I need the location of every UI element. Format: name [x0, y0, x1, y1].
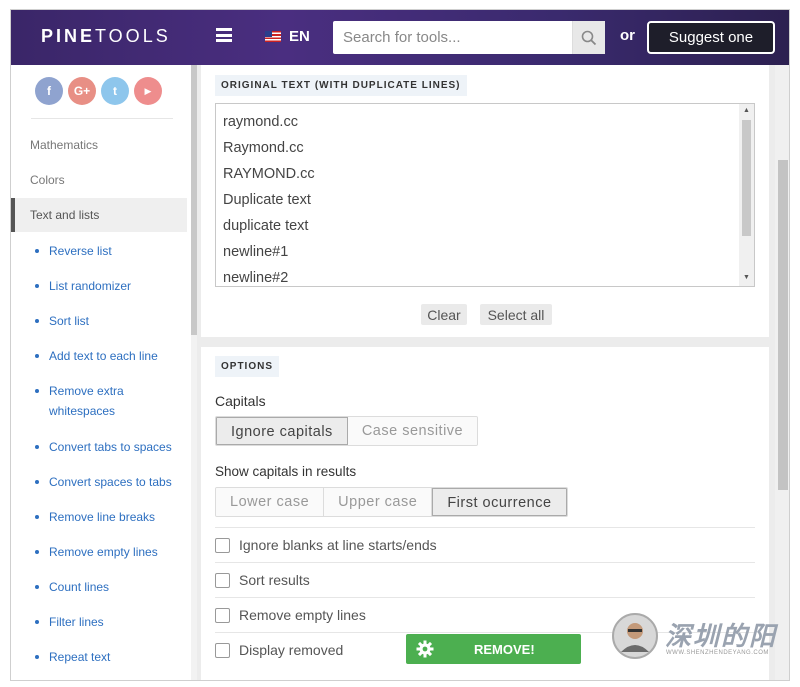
divider [31, 118, 173, 119]
show-capitals-toggle: Lower case Upper case First ocurrence [215, 487, 568, 517]
sidebar-item-label: List randomizer [49, 279, 132, 293]
show-capitals-title: Show capitals in results [215, 464, 357, 479]
browser-window: PINETOOLS EN or Suggest one f G+ t ▶ [10, 9, 790, 681]
sidebar: f G+ t ▶ Mathematics Colors Text and lis… [11, 65, 197, 680]
sidebar-item-label: Repeat text [49, 650, 111, 664]
original-text-label: ORIGINAL TEXT (WITH DUPLICATE LINES) [215, 75, 467, 96]
checkbox[interactable] [215, 572, 230, 588]
sidebar-item-add-text[interactable]: Add text to each line [35, 346, 180, 366]
text-line: newline#2 [223, 270, 289, 286]
main-scrollbar-thumb[interactable] [778, 160, 788, 490]
sidebar-item-label: Sort list [49, 314, 90, 328]
select-all-button[interactable]: Select all [480, 304, 552, 325]
textarea-scrollbar-thumb[interactable] [742, 120, 751, 236]
upper-case-option[interactable]: Upper case [324, 488, 433, 516]
capitals-toggle: Ignore capitals Case sensitive [215, 416, 479, 446]
remove-button[interactable]: REMOVE! [406, 634, 581, 664]
watermark-text: 深圳的阳 [665, 621, 778, 651]
watermark: 深圳的阳 WWW.SHENZHENDEYANG.COM [611, 610, 781, 662]
checkbox[interactable] [215, 537, 230, 553]
pinetools-logo[interactable]: PINETOOLS [41, 26, 171, 47]
ignore-capitals-option[interactable]: Ignore capitals [216, 417, 348, 445]
sidebar-item-label: Reverse list [49, 244, 112, 258]
sidebar-item-label: Convert spaces to tabs [49, 475, 172, 489]
checkbox-label: Sort results [239, 572, 310, 588]
clear-button[interactable]: Clear [421, 304, 467, 325]
option-sort-results[interactable]: Sort results [215, 562, 755, 597]
case-sensitive-option[interactable]: Case sensitive [347, 417, 478, 445]
sidebar-scrollbar-thumb[interactable] [191, 65, 197, 335]
sidebar-item-sort-list[interactable]: Sort list [35, 311, 180, 331]
language-selector[interactable]: EN [265, 28, 310, 45]
sidebar-item-label: Add text to each line [49, 349, 158, 363]
sidebar-item-label: Remove extra whitespaces [49, 384, 124, 418]
watermark-avatar-icon [612, 613, 658, 659]
youtube-icon[interactable]: ▶ [134, 77, 162, 105]
checkbox[interactable] [215, 642, 230, 658]
or-label: or [620, 27, 635, 44]
sidebar-item-label: Remove line breaks [49, 510, 156, 524]
language-label: EN [289, 28, 310, 45]
text-line: newline#1 [223, 244, 289, 260]
sidebar-item-list-randomizer[interactable]: List randomizer [35, 276, 180, 296]
logo-thin-text: TOOLS [95, 26, 171, 46]
sidebar-item-convert-spaces[interactable]: Convert spaces to tabs [35, 472, 180, 492]
search-icon [581, 30, 597, 45]
facebook-icon[interactable]: f [35, 77, 63, 105]
scroll-down-icon[interactable]: ▼ [743, 274, 750, 281]
checkbox-label: Display removed [239, 642, 344, 658]
sidebar-item-repeat-text[interactable]: Repeat text [35, 647, 180, 667]
search-bar [333, 21, 605, 54]
menu-icon[interactable] [216, 28, 232, 42]
search-input[interactable] [333, 21, 572, 54]
sidebar-item-reverse-list[interactable]: Reverse list [35, 241, 180, 261]
sidebar-item-label: Convert tabs to spaces [49, 440, 172, 454]
text-line: RAYMOND.cc [223, 166, 315, 182]
sidebar-item-colors[interactable]: Colors [11, 163, 187, 197]
google-plus-icon[interactable]: G+ [68, 77, 96, 105]
checkbox[interactable] [215, 607, 230, 623]
scroll-up-icon[interactable]: ▲ [743, 107, 750, 114]
first-occurrence-option[interactable]: First ocurrence [432, 488, 567, 516]
lower-case-option[interactable]: Lower case [216, 488, 325, 516]
sidebar-item-remove-extra-whitespaces[interactable]: Remove extra whitespaces [35, 381, 155, 421]
sidebar-item-remove-line-breaks[interactable]: Remove line breaks [35, 507, 180, 527]
sidebar-item-count-lines[interactable]: Count lines [35, 577, 180, 597]
text-line: duplicate text [223, 218, 309, 234]
textarea-scrollbar[interactable]: ▲ ▼ [739, 104, 754, 286]
social-icons: f G+ t ▶ [35, 77, 162, 105]
gear-icon [416, 640, 434, 658]
suggest-button[interactable]: Suggest one [647, 21, 775, 54]
us-flag-icon [265, 31, 281, 42]
sidebar-item-text-and-lists[interactable]: Text and lists [11, 198, 187, 232]
search-button[interactable] [572, 21, 605, 54]
sidebar-item-mathematics[interactable]: Mathematics [11, 128, 187, 162]
capitals-title: Capitals [215, 393, 266, 409]
option-ignore-blanks[interactable]: Ignore blanks at line starts/ends [215, 527, 755, 562]
options-label: OPTIONS [215, 356, 280, 377]
twitter-icon[interactable]: t [101, 77, 129, 105]
text-line: Raymond.cc [223, 140, 304, 156]
text-lines: raymond.cc Raymond.cc RAYMOND.cc Duplica… [223, 109, 315, 286]
remove-button-label: REMOVE! [474, 642, 535, 657]
original-text-input[interactable]: raymond.cc Raymond.cc RAYMOND.cc Duplica… [215, 103, 755, 287]
checkbox-label: Ignore blanks at line starts/ends [239, 537, 437, 553]
sidebar-item-convert-tabs[interactable]: Convert tabs to spaces [35, 437, 180, 457]
sidebar-item-label: Count lines [49, 580, 110, 594]
sidebar-item-filter-lines[interactable]: Filter lines [35, 612, 180, 632]
checkbox-label: Remove empty lines [239, 607, 366, 623]
top-header: PINETOOLS EN or Suggest one [11, 10, 789, 65]
sidebar-item-label: Remove empty lines [49, 545, 158, 559]
text-line: raymond.cc [223, 114, 298, 130]
sidebar-item-remove-empty-lines[interactable]: Remove empty lines [35, 542, 180, 562]
logo-bold-text: PINE [41, 26, 96, 46]
watermark-url: WWW.SHENZHENDEYANG.COM [666, 650, 769, 656]
text-line: Duplicate text [223, 192, 311, 208]
sidebar-item-label: Filter lines [49, 615, 104, 629]
